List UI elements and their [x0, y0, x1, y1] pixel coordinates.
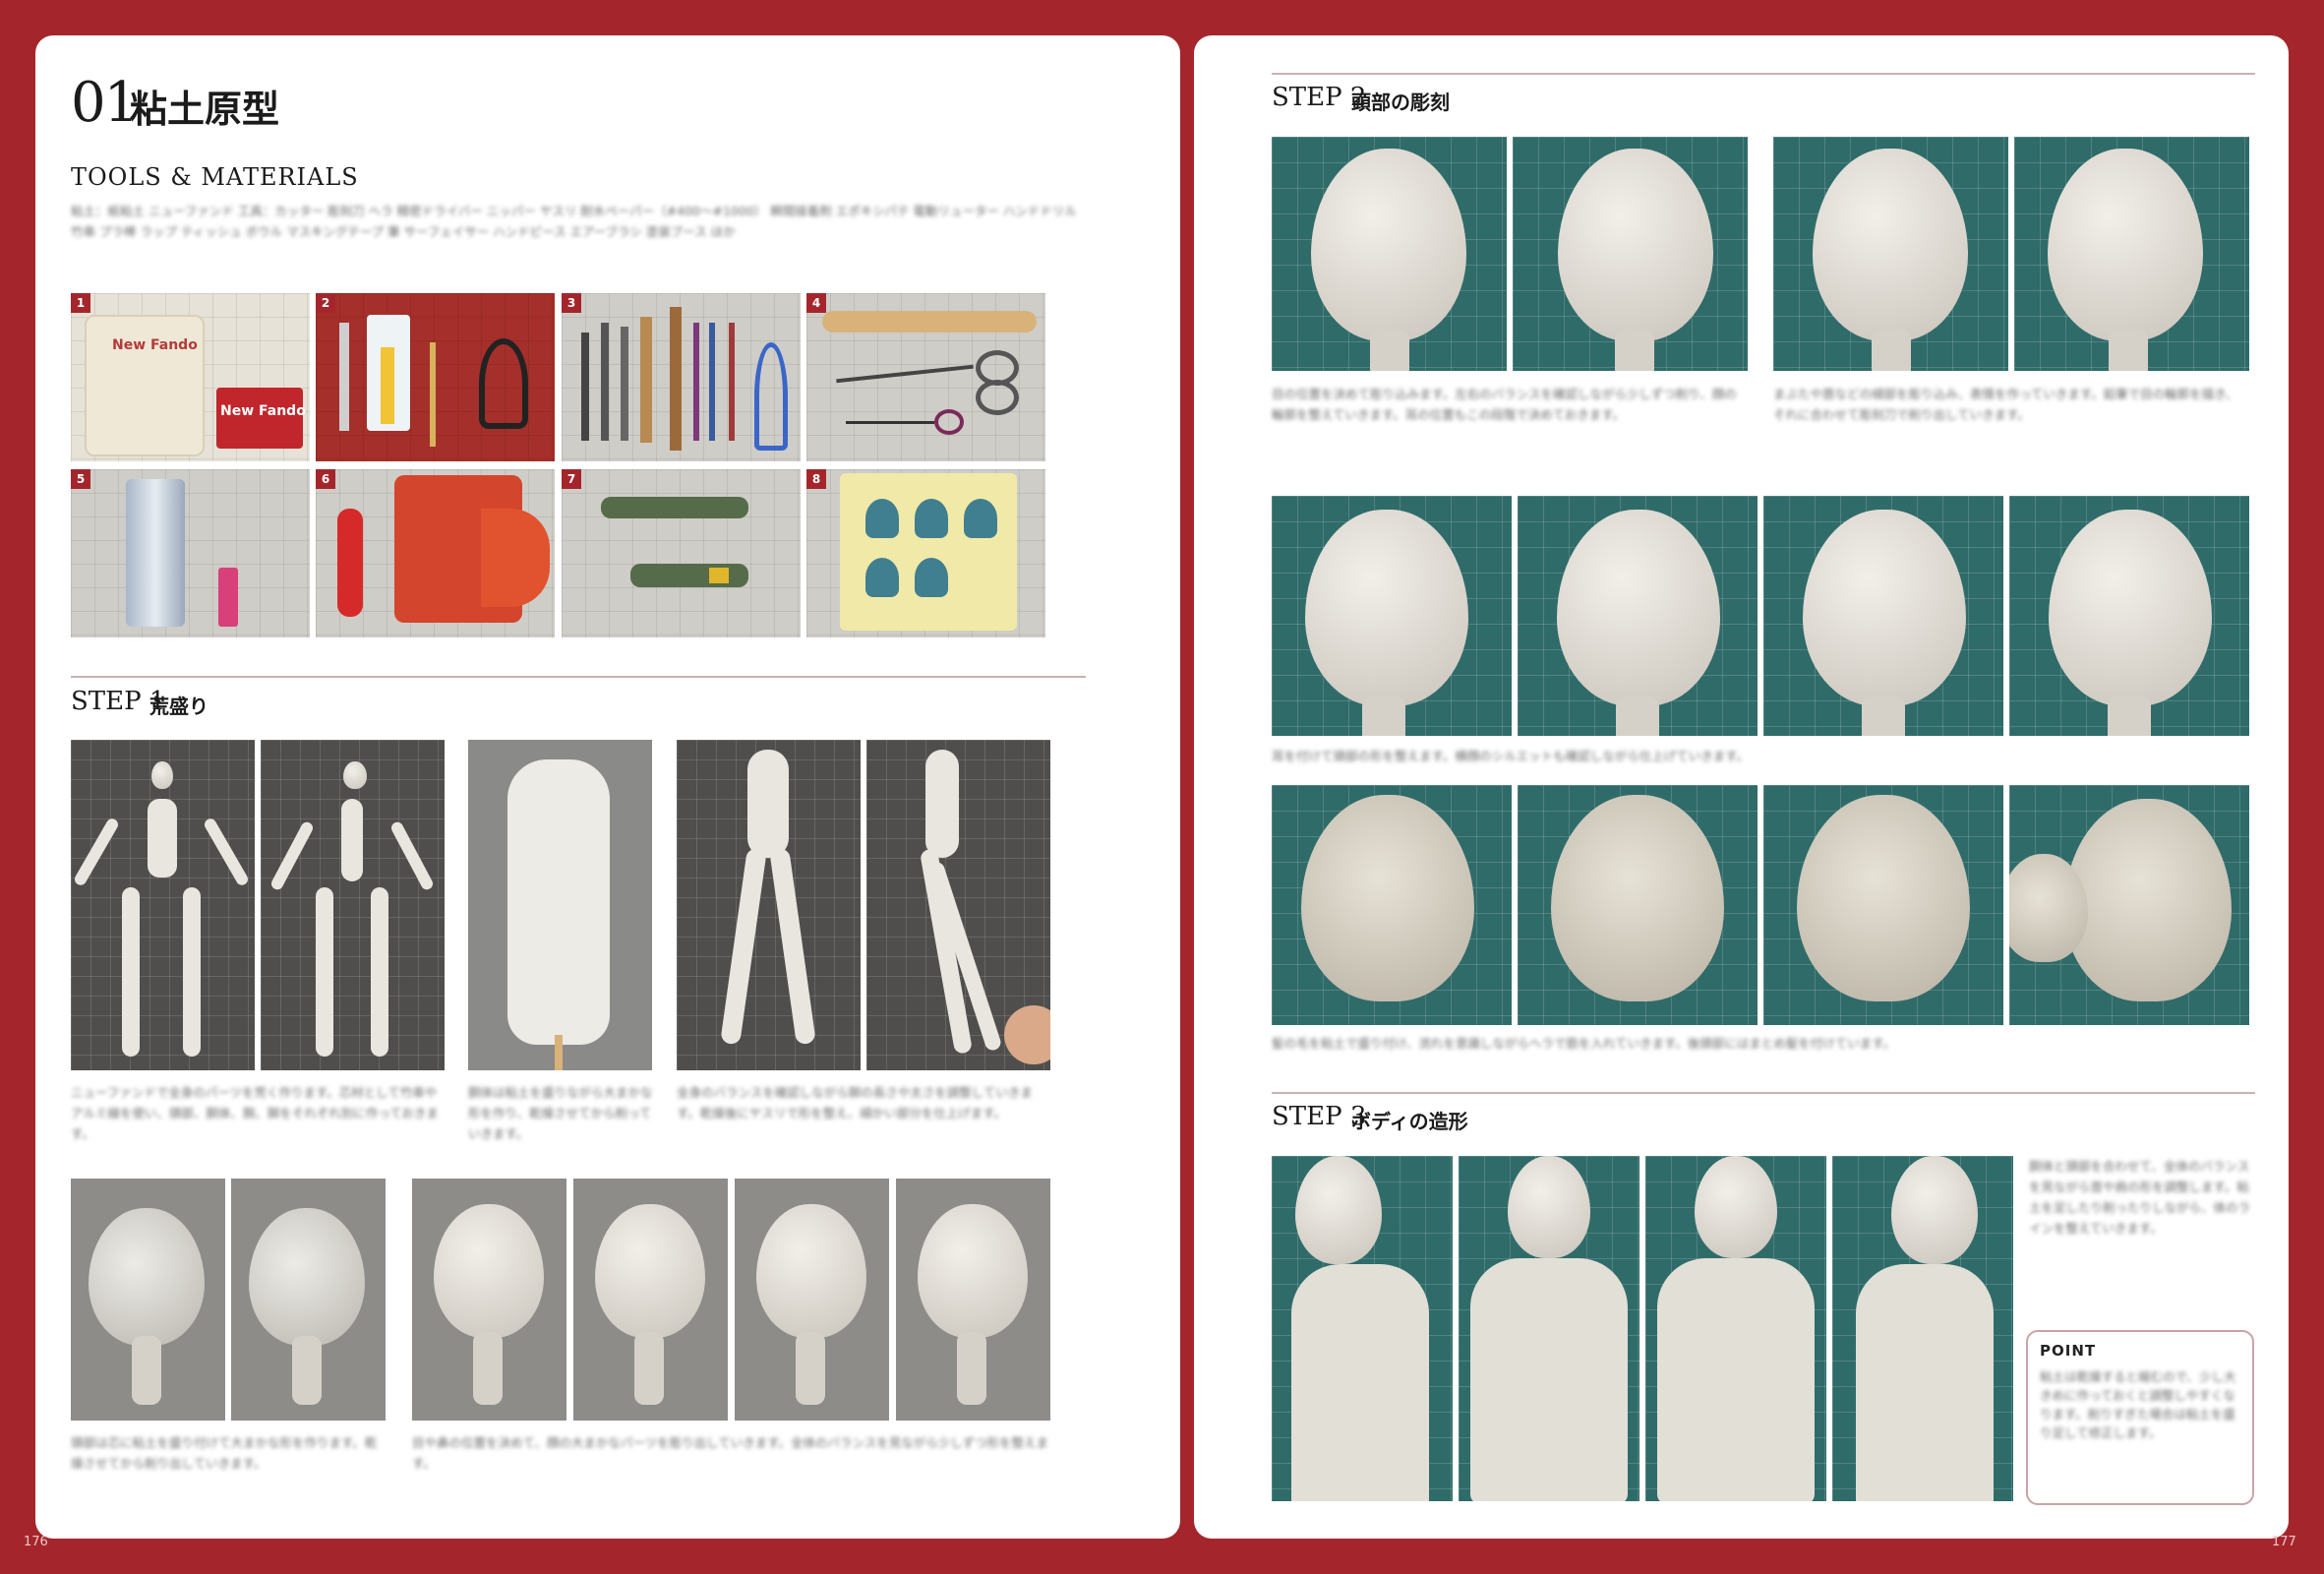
step1-head-photo-3 [412, 1179, 566, 1421]
tool-photo-2: 2 [316, 293, 555, 461]
step1-parts-photo-1 [71, 740, 255, 1070]
step1-text-d: 頭部は芯に粘土を盛り付けて大まかな形を作ります。乾燥させてから削り出していきます… [71, 1435, 378, 1471]
step3-text: 胴体と頭部を合わせて、全体のバランスを見ながら首や肩の形を調整します。粘土を足し… [2029, 1159, 2251, 1236]
step1-title: 荒盛り [149, 695, 209, 718]
photo-number: 6 [316, 469, 335, 489]
right-page: STEP 2 頭部の彫刻 目の位置を決めて彫り込みます。左右のバランスを確認しな… [1194, 35, 2289, 1539]
step1-parts-photo-2 [261, 740, 445, 1070]
step1-body-photo-1 [677, 740, 861, 1070]
step3-body-photo-1 [1272, 1156, 1453, 1501]
step3-body-photo-3 [1645, 1156, 1826, 1501]
step2-head-photo-7 [1763, 496, 2003, 736]
step2-hair-photo-4 [2009, 785, 2249, 1025]
tool-photo-7: 7 [562, 469, 801, 637]
photo-number: 2 [316, 293, 335, 313]
tool-photo-8: 8 [806, 469, 1045, 637]
page-number-left: 176 [24, 1535, 48, 1549]
photo-number: 5 [71, 469, 90, 489]
step1-text-b: 胴体は粘土を盛りながら大まかな形を作り、乾燥させてから削っていきます。 [468, 1085, 653, 1141]
product-label: New Fando [112, 337, 198, 353]
step2-head-photo-8 [2009, 496, 2249, 736]
step2-head-photo-5 [1272, 496, 1512, 736]
chapter-title: 粘土原型 [130, 87, 280, 131]
tools-text: 粘土：紙粘土 ニューファンド 工具：カッター 彫刻刀 ヘラ 精密ドライバー ニッ… [71, 204, 1077, 239]
step2-head-photo-4 [2014, 137, 2249, 371]
step2-title: 頭部の彫刻 [1351, 91, 1450, 114]
step1-text-e: 目や鼻の位置を決めて、顔の大まかなパーツを彫り出していきます。全体のバランスを見… [412, 1435, 1049, 1471]
step2-hair-photo-1 [1272, 785, 1512, 1025]
step1-head-photo-4 [573, 1179, 728, 1421]
step3-body-photo-4 [1832, 1156, 2013, 1501]
photo-number: 8 [806, 469, 826, 489]
step3-title: ボディの造形 [1351, 1110, 1468, 1133]
point-box: POINT 粘土は乾燥すると縮むので、少し大きめに作っておくと調整しやすくなりま… [2026, 1330, 2254, 1505]
step2-head-photo-3 [1773, 137, 2008, 371]
step1-head-photo-5 [735, 1179, 889, 1421]
step1-head-photo-1 [71, 1179, 225, 1421]
tool-photo-5: 5 [71, 469, 310, 637]
step1-body-photo-2 [866, 740, 1050, 1070]
section-rule [71, 676, 1086, 678]
section-rule [1272, 73, 2255, 75]
tool-photo-1: New Fando New Fando 1 [71, 293, 310, 461]
tool-photo-6: 6 [316, 469, 555, 637]
product-label-2: New Fando [220, 403, 306, 419]
step1-text-c: 全身のバランスを確認しながら脚の長さや太さを調整していきます。乾燥後にヤスリで形… [677, 1085, 1033, 1120]
step2-text-c: 耳を付けて頭部の形を整えます。横顔のシルエットも確認しながら仕上げていきます。 [1272, 749, 1750, 763]
photo-number: 7 [562, 469, 581, 489]
photo-number: 1 [71, 293, 90, 313]
chapter-number: 01 [71, 71, 139, 135]
step1-torso-photo [468, 740, 652, 1070]
step2-head-photo-2 [1513, 137, 1748, 371]
step2-hair-photo-2 [1518, 785, 1758, 1025]
page-number-right: 177 [2272, 1535, 2296, 1549]
step1-head-photo-2 [231, 1179, 386, 1421]
photo-number: 4 [806, 293, 826, 313]
point-label: POINT [2040, 1342, 2097, 1360]
section-rule [1272, 1092, 2255, 1094]
step2-text-b: まぶたや唇などの細部を彫り込み、表情を作っていきます。鉛筆で目の輪郭を描き、それ… [1773, 387, 2238, 422]
point-text: 粘土は乾燥すると縮むので、少し大きめに作っておくと調整しやすくなります。削りすぎ… [2040, 1369, 2236, 1440]
tools-heading: TOOLS & MATERIALS [71, 163, 359, 191]
tool-photo-3: 3 [562, 293, 801, 461]
step2-text-d: 髪の毛を粘土で盛り付け、流れを意識しながらヘラで筋を入れていきます。後頭部にはま… [1272, 1036, 1896, 1051]
tool-photo-4: 4 [806, 293, 1045, 461]
step1-text-a: ニューファンドで全身のパーツを荒く作ります。芯材として竹串やアルミ線を使い、頭部… [71, 1085, 439, 1141]
left-page: 01 粘土原型 TOOLS & MATERIALS 粘土：紙粘土 ニューファンド… [35, 35, 1180, 1539]
step2-head-photo-6 [1518, 496, 1758, 736]
photo-number: 3 [562, 293, 581, 313]
step2-hair-photo-3 [1763, 785, 2003, 1025]
step1-head-photo-6 [896, 1179, 1050, 1421]
step3-body-photo-2 [1459, 1156, 1639, 1501]
step2-text-a: 目の位置を決めて彫り込みます。左右のバランスを確認しながら少しずつ削り、顔の輪郭… [1272, 387, 1737, 422]
step2-head-photo-1 [1272, 137, 1507, 371]
